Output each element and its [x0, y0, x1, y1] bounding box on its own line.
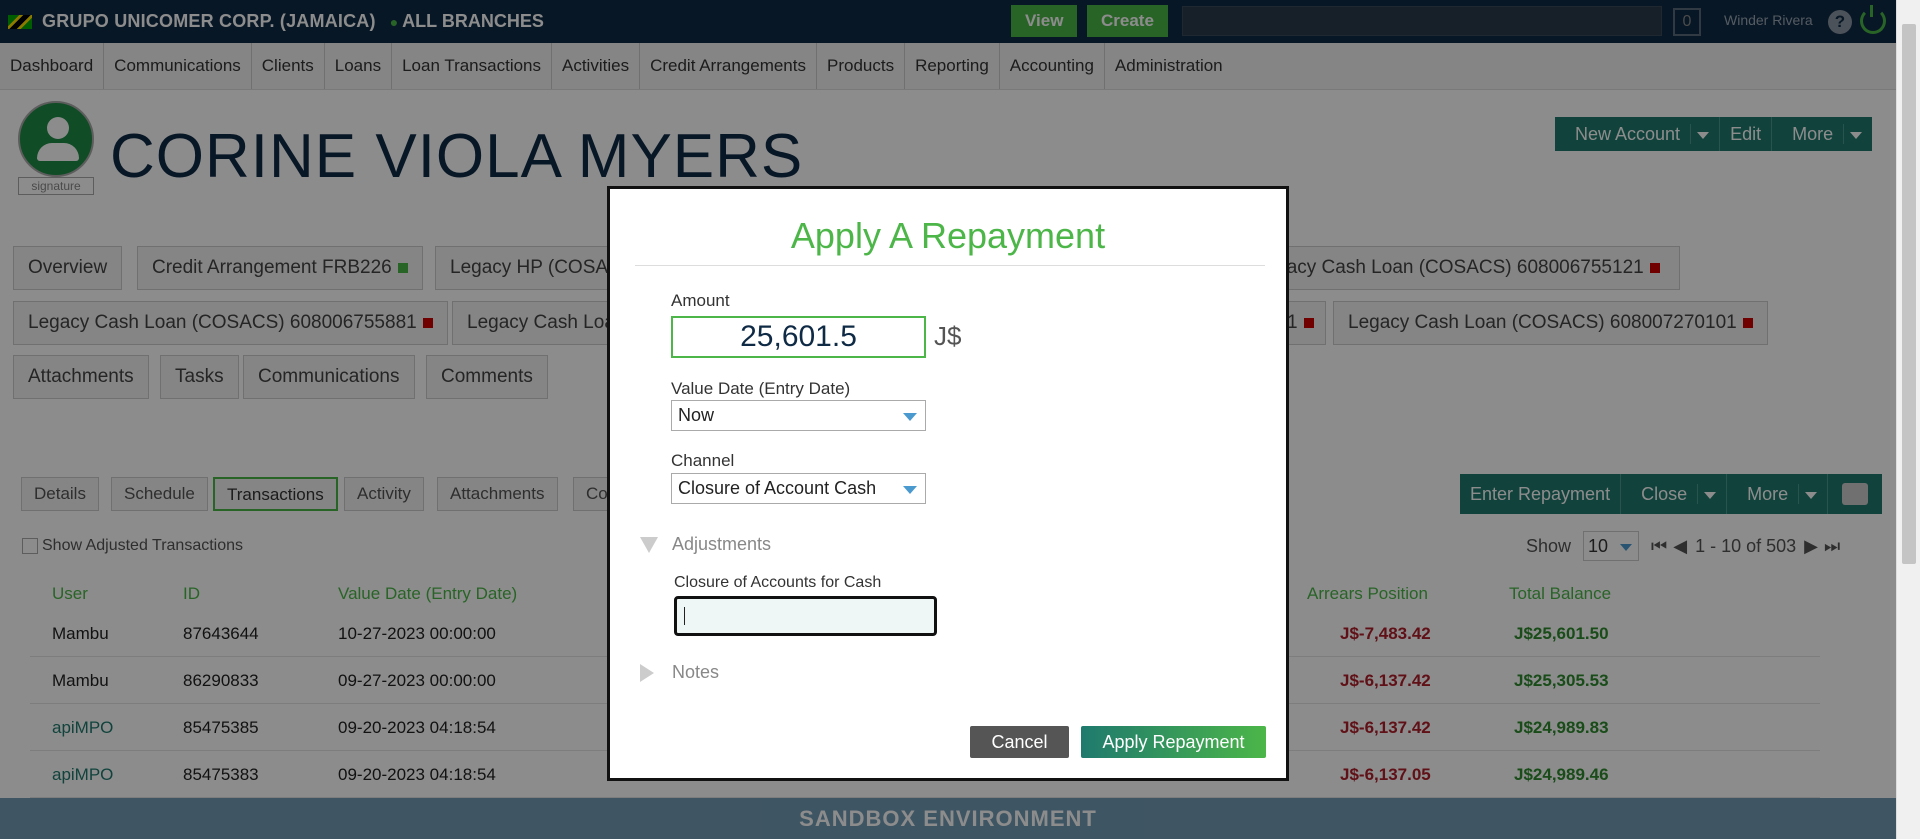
apply-repayment-dialog: Apply A Repayment Amount 25,601.5 J$ Val… — [607, 186, 1289, 781]
value-date-select[interactable]: Now — [671, 400, 926, 431]
closure-of-accounts-input[interactable] — [674, 596, 937, 636]
divider — [635, 265, 1265, 266]
triangle-down-icon — [640, 536, 658, 553]
channel-label: Channel — [671, 451, 735, 470]
vertical-scrollbar[interactable] — [1896, 0, 1920, 839]
text-cursor — [684, 607, 685, 625]
apply-repayment-button[interactable]: Apply Repayment — [1081, 726, 1266, 758]
closure-field-label: Closure of Accounts for Cash — [674, 574, 882, 591]
dialog-title: Apply A Repayment — [790, 215, 1106, 256]
chevron-down-icon — [903, 486, 917, 494]
channel-value: Closure of Account Cash — [678, 478, 877, 498]
chevron-down-icon — [903, 413, 917, 421]
currency-label: J$ — [934, 321, 962, 351]
cancel-button[interactable]: Cancel — [970, 726, 1069, 758]
channel-select[interactable]: Closure of Account Cash — [671, 473, 926, 504]
notes-label: Notes — [672, 662, 720, 682]
value-date-label: Value Date (Entry Date) — [671, 379, 851, 398]
amount-label: Amount — [671, 291, 730, 310]
amount-input[interactable]: 25,601.5 — [671, 316, 926, 358]
value-date-value: Now — [678, 405, 715, 425]
adjustments-label: Adjustments — [672, 534, 772, 554]
triangle-right-icon — [640, 663, 654, 682]
notes-toggle[interactable]: Notes — [640, 662, 719, 683]
scrollbar-thumb[interactable] — [1902, 24, 1916, 564]
adjustments-toggle[interactable]: Adjustments — [640, 534, 771, 555]
